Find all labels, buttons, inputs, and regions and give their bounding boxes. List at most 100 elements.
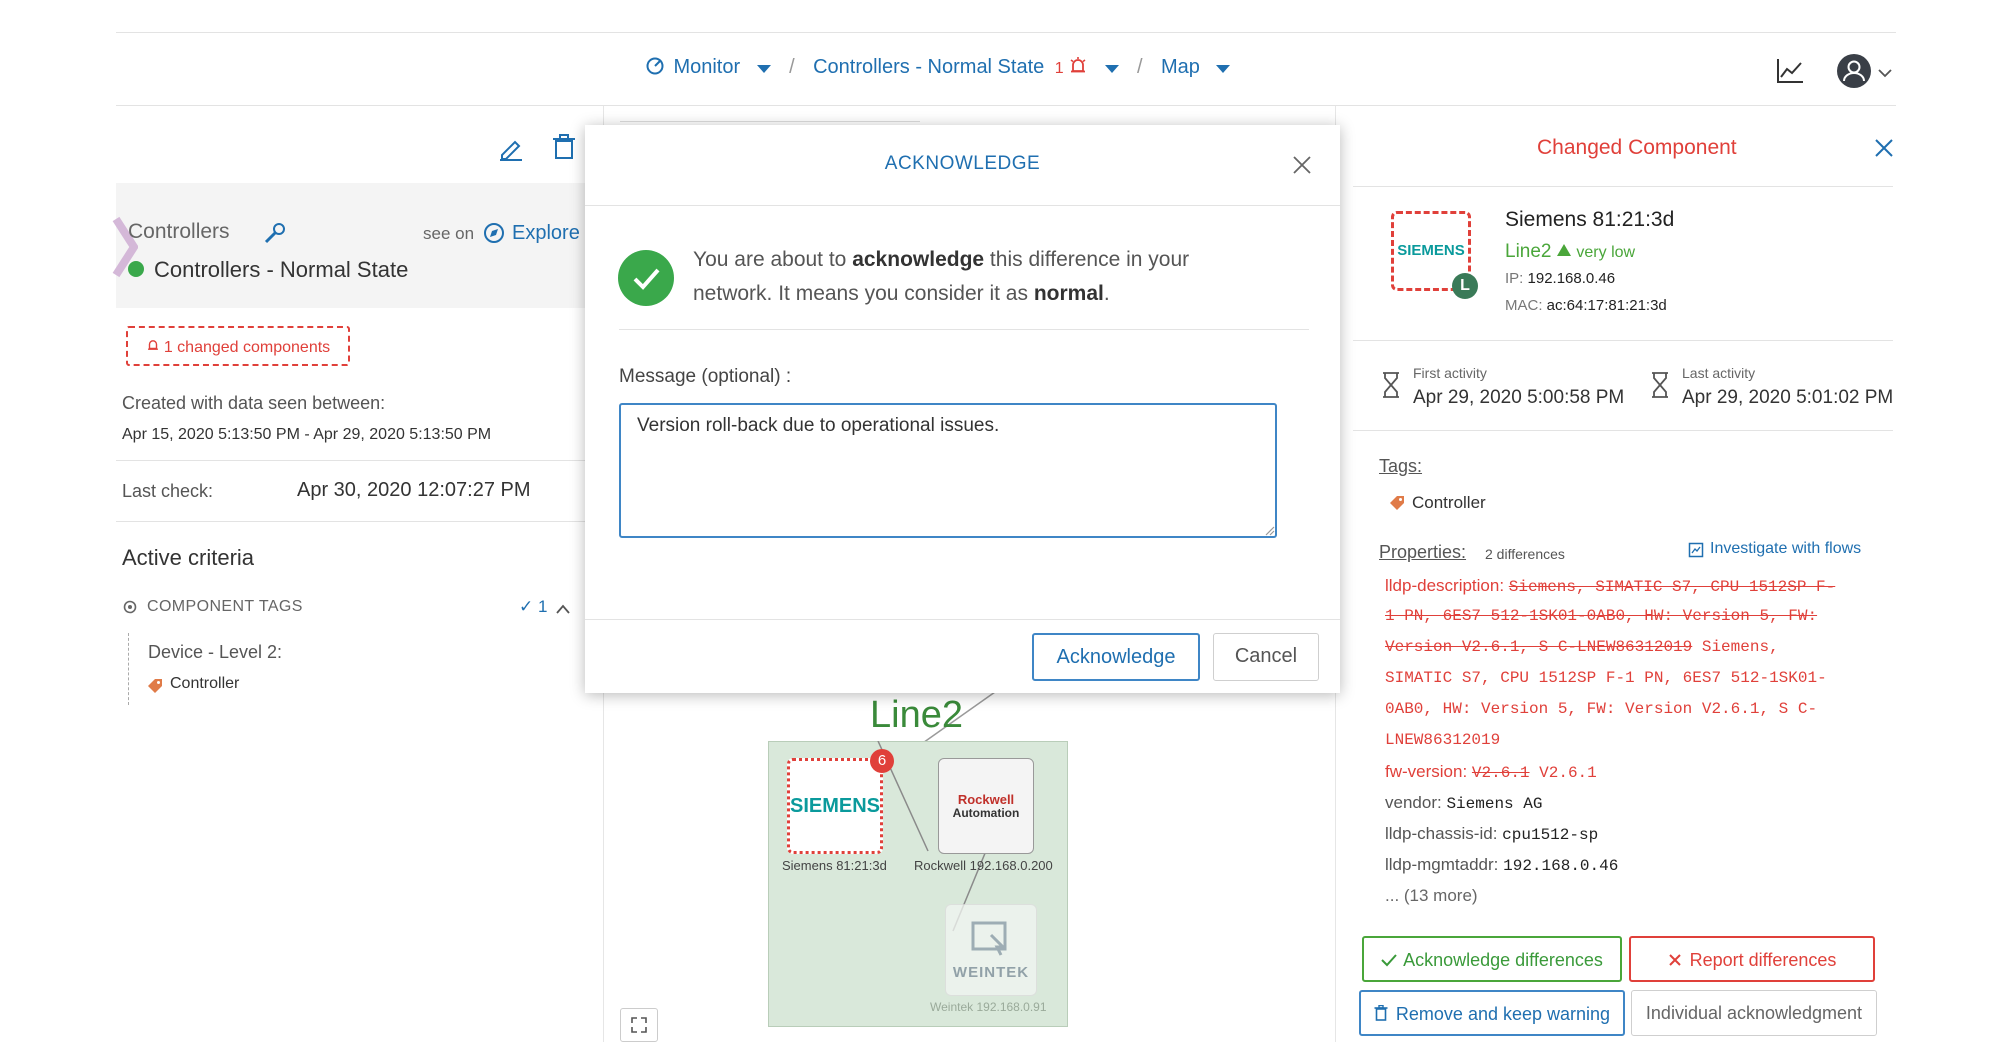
device-name: Siemens 81:21:3d xyxy=(1505,208,1675,231)
device-mac-row: MAC: ac:64:17:81:21:3d xyxy=(1505,297,1667,314)
divider xyxy=(116,460,586,461)
line-label: Line2 xyxy=(870,694,963,736)
rockwell-logo-bottom: Automation xyxy=(952,806,1020,820)
trash-icon xyxy=(1374,993,1388,1037)
delete-icon[interactable] xyxy=(552,134,576,165)
first-activity-value: Apr 29, 2020 5:00:58 PM xyxy=(1413,387,1625,408)
alarm-bell-icon xyxy=(1068,56,1088,81)
message-input[interactable] xyxy=(619,403,1277,538)
device-ip: 192.168.0.46 xyxy=(1527,270,1616,287)
rockwell-logo-top: Rockwell xyxy=(957,792,1015,807)
close-panel-icon[interactable] xyxy=(1874,138,1894,163)
dialog-message: You are about to acknowledge this differ… xyxy=(693,248,1190,305)
acknowledge-differences-button[interactable]: Acknowledge differences xyxy=(1362,936,1622,982)
remove-keep-warning-button[interactable]: Remove and keep warning xyxy=(1359,990,1625,1036)
tag-icon xyxy=(1389,495,1405,516)
dialog-title: ACKNOWLEDGE xyxy=(884,153,1041,174)
risk-level: very low xyxy=(1576,244,1636,261)
chevron-up-icon[interactable] xyxy=(556,601,570,619)
investigate-link[interactable]: Investigate with flows xyxy=(1710,540,1861,558)
created-label: Created with data seen between: xyxy=(122,393,386,413)
explore-link[interactable]: Explore xyxy=(512,222,580,245)
state-header xyxy=(116,183,586,308)
last-check-label: Last check: xyxy=(122,481,214,501)
device-line-row: Line2 very low xyxy=(1505,241,1635,263)
see-on-label: see on xyxy=(423,224,475,243)
prop-lldp-description-line5: 0AB0, HW: Version 5, FW: Version V2.6.1,… xyxy=(1385,700,1818,718)
siemens-alert-badge: 6 xyxy=(870,749,894,773)
individual-acknowledgment-button[interactable]: Individual acknowledgment xyxy=(1631,990,1877,1036)
investigate-icon[interactable] xyxy=(1688,542,1704,563)
siemens-node[interactable]: SIEMENS xyxy=(787,758,883,854)
last-check-value: Apr 30, 2020 12:07:27 PM xyxy=(297,479,531,501)
first-activity-label: First activity xyxy=(1413,365,1487,381)
breadcrumb-separator: / xyxy=(789,56,795,78)
state-status-dot xyxy=(128,261,144,277)
top-border xyxy=(116,32,1896,33)
tag-icon xyxy=(147,678,163,699)
breadcrumb-monitor[interactable]: Monitor xyxy=(673,56,740,78)
wrench-icon[interactable] xyxy=(264,222,286,249)
monitor-icon xyxy=(645,56,665,81)
last-activity-value: Apr 29, 2020 5:01:02 PM xyxy=(1682,387,1894,408)
nav-bottom-border xyxy=(116,105,1896,106)
monitor-dropdown-icon[interactable] xyxy=(756,64,771,73)
panel-title: Changed Component xyxy=(1537,136,1737,159)
edit-icon[interactable] xyxy=(498,135,524,166)
last-activity-label: Last activity xyxy=(1682,365,1756,381)
divider xyxy=(1353,430,1893,431)
x-icon xyxy=(1668,939,1682,983)
prop-lldp-description-line6: LNEW86312019 xyxy=(1385,731,1501,749)
siemens-node-label: Siemens 81:21:3d xyxy=(782,858,887,873)
hourglass-icon xyxy=(1650,372,1670,403)
rockwell-node[interactable]: Rockwell Automation xyxy=(938,758,1034,854)
hourglass-icon xyxy=(1381,372,1401,403)
divider xyxy=(116,521,586,522)
prop-fw-version: fw-version: V2.6.1 V2.6.1 xyxy=(1385,762,1597,782)
success-check-icon xyxy=(618,250,674,306)
device-mac: ac:64:17:81:21:3d xyxy=(1546,297,1667,314)
report-differences-button[interactable]: Report differences xyxy=(1629,936,1875,982)
component-tags-label: COMPONENT TAGS xyxy=(147,598,303,615)
state-name: Controllers - Normal State xyxy=(154,257,409,282)
dialog-header-divider xyxy=(585,205,1340,206)
resize-grip-icon[interactable] xyxy=(1263,523,1275,541)
breadcrumb-controllers[interactable]: Controllers - Normal State xyxy=(813,56,1044,78)
warning-triangle-icon xyxy=(1556,243,1572,262)
alert-count: 1 xyxy=(1054,60,1064,77)
criteria-tree-line xyxy=(128,633,129,705)
active-criteria-heading: Active criteria xyxy=(122,545,255,570)
close-icon[interactable] xyxy=(1292,155,1312,180)
device-level-label: Device - Level 2: xyxy=(148,642,283,662)
weintek-node[interactable]: WEINTEK xyxy=(945,904,1037,996)
message-label: Message (optional) : xyxy=(619,366,792,387)
changed-components-badge[interactable]: 1 changed components xyxy=(126,326,350,366)
more-properties-link[interactable]: ... (13 more) xyxy=(1385,880,1885,911)
device-line: Line2 xyxy=(1505,241,1552,262)
user-avatar-icon[interactable] xyxy=(1836,53,1872,94)
weintek-screen-icon xyxy=(971,921,1007,956)
expand-icon xyxy=(631,1017,647,1033)
map-dropdown-icon[interactable] xyxy=(1216,64,1231,73)
prop-lldp-description-line1: lldp-description: Siemens, SIMATIC S7, C… xyxy=(1385,576,1836,596)
device-level-badge: L xyxy=(1452,273,1478,299)
device-logo: SIEMENS xyxy=(1397,242,1465,259)
cancel-button[interactable]: Cancel xyxy=(1213,633,1319,681)
tags-count[interactable]: ✓ 1 xyxy=(519,597,547,617)
user-menu-chevron-icon[interactable] xyxy=(1878,66,1892,84)
properties-label: Properties: xyxy=(1379,542,1467,562)
weintek-logo: WEINTEK xyxy=(952,964,1030,981)
fullscreen-button[interactable] xyxy=(620,1008,658,1042)
prop-lldp-description-line4: SIMATIC S7, CPU 1512SP F-1 PN, 6ES7 512-… xyxy=(1385,669,1827,687)
created-range: Apr 15, 2020 5:13:50 PM - Apr 29, 2020 5… xyxy=(122,426,492,443)
breadcrumb-map[interactable]: Map xyxy=(1161,56,1200,78)
controllers-dropdown-icon[interactable] xyxy=(1104,64,1119,73)
acknowledge-button[interactable]: Acknowledge xyxy=(1032,633,1200,681)
explore-icon[interactable] xyxy=(483,222,505,249)
tags-label: Tags: xyxy=(1379,456,1423,476)
breadcrumb-separator: / xyxy=(1136,56,1143,78)
chart-icon[interactable] xyxy=(1776,58,1804,89)
prop-lldp-description-line2: 1 PN, 6ES7 512-1SK01-0AB0, HW: Version 5… xyxy=(1385,607,1818,625)
prop-lldp-mgmtaddr: lldp-mgmtaddr: 192.168.0.46 xyxy=(1385,855,1619,875)
divider xyxy=(1353,186,1893,187)
